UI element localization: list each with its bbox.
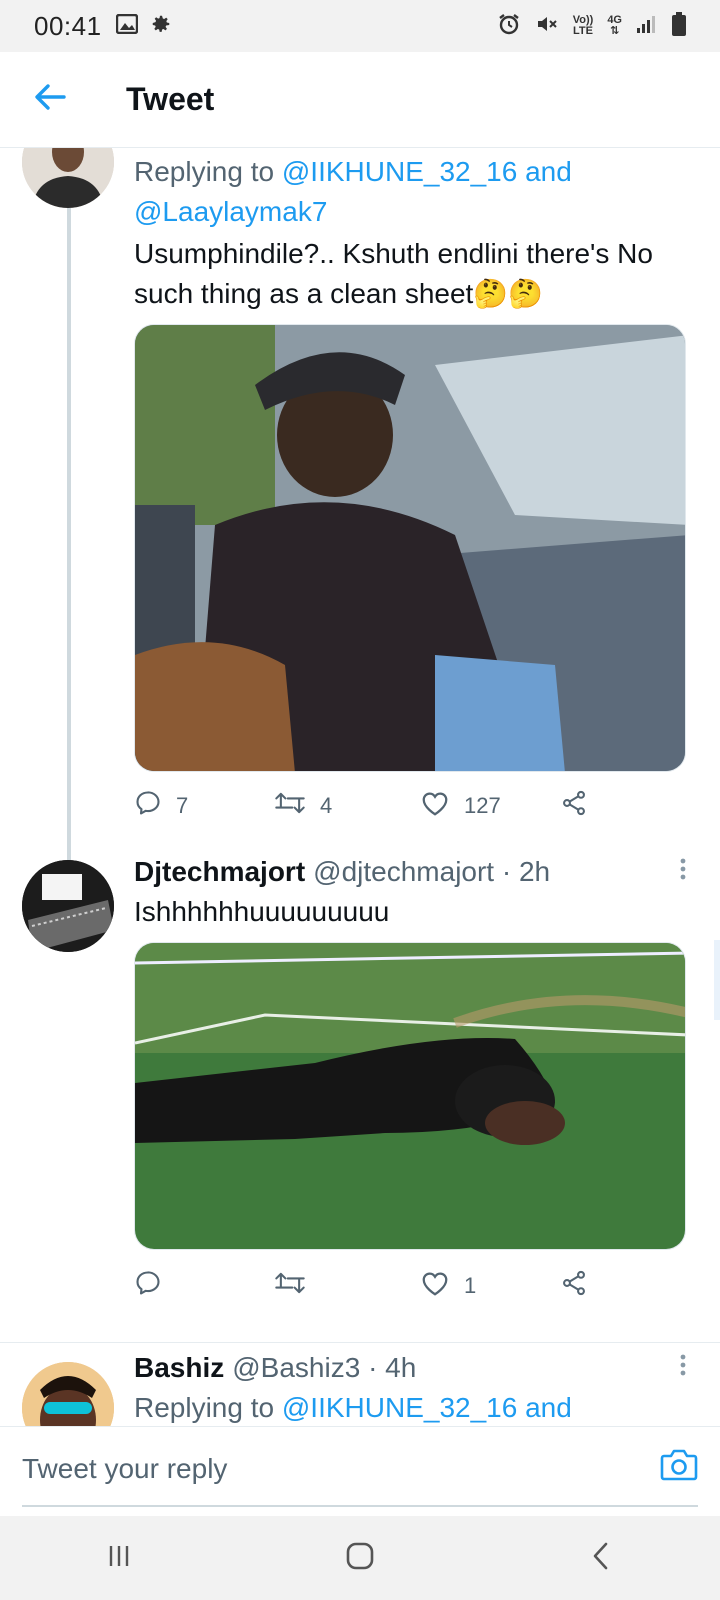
- avatar[interactable]: [22, 148, 114, 208]
- mention-link[interactable]: @IIKHUNE_32_16: [282, 156, 517, 187]
- comment-icon: [134, 789, 162, 823]
- more-options-icon[interactable]: [680, 1348, 686, 1388]
- display-name[interactable]: Djtechmajort: [134, 852, 305, 892]
- back-button[interactable]: [2, 83, 98, 116]
- back-nav-icon[interactable]: [587, 1540, 615, 1577]
- tweet-header: Djtechmajort @djtechmajort · 2h: [134, 852, 686, 892]
- avatar[interactable]: [22, 860, 114, 952]
- avatar[interactable]: [22, 1362, 114, 1426]
- tweet-actions: 1: [134, 1256, 686, 1316]
- like-button[interactable]: 127: [420, 789, 560, 823]
- system-nav-bar: [0, 1516, 720, 1600]
- mention-link[interactable]: @IIKHUNE_32_16: [282, 1392, 517, 1423]
- tweet-header: Bashiz @Bashiz3 · 4h: [134, 1348, 686, 1388]
- tweet[interactable]: Bashiz @Bashiz3 · 4h Replying to @IIKHUN…: [134, 1348, 686, 1426]
- settings-icon: [150, 13, 172, 40]
- retweet-button[interactable]: 4: [274, 789, 420, 823]
- reply-button[interactable]: 7: [134, 789, 274, 823]
- share-icon: [560, 1269, 588, 1303]
- battery-icon: [672, 11, 686, 41]
- tweet-text: Usumphindile?.. Kshuth endlini there's N…: [134, 238, 653, 309]
- tweet-feed[interactable]: Replying to @IIKHUNE_32_16 and @Laaylaym…: [0, 148, 720, 1426]
- reply-input[interactable]: Tweet your reply: [22, 1453, 227, 1485]
- reply-button[interactable]: [134, 1269, 274, 1303]
- heart-icon: [420, 1269, 450, 1303]
- reply-bar: Tweet your reply: [0, 1426, 720, 1516]
- mention-link[interactable]: @Laaylaymak7: [134, 196, 327, 227]
- replying-to: Replying to @IIKHUNE_32_16 and: [134, 1392, 572, 1423]
- like-button[interactable]: 1: [420, 1269, 560, 1303]
- recent-apps-icon[interactable]: [105, 1542, 133, 1575]
- camera-button[interactable]: [660, 1447, 698, 1488]
- retweet-icon: [274, 789, 306, 823]
- app-header: Tweet: [0, 52, 720, 148]
- share-icon: [560, 789, 588, 823]
- more-options-icon[interactable]: [680, 852, 686, 892]
- divider: [0, 1342, 720, 1343]
- scrollbar[interactable]: [714, 940, 720, 1020]
- share-button[interactable]: [560, 1269, 588, 1303]
- retweet-icon: [274, 1269, 306, 1303]
- status-bar: 00:41 Vo)) LTE 4G ⇅: [0, 0, 720, 52]
- tweet-image[interactable]: [134, 942, 686, 1250]
- page-title: Tweet: [126, 81, 215, 117]
- tweet[interactable]: Replying to @IIKHUNE_32_16 and @Laaylaym…: [134, 152, 686, 836]
- user-handle: @Bashiz3 · 4h: [232, 1352, 417, 1383]
- camera-icon: [660, 1449, 698, 1487]
- user-handle: @djtechmajort · 2h: [313, 856, 551, 887]
- signal-icon: [636, 14, 658, 39]
- home-icon[interactable]: [344, 1540, 376, 1577]
- share-button[interactable]: [560, 789, 588, 823]
- network-indicator: 4G ⇅: [607, 14, 622, 37]
- arrow-left-icon: [34, 83, 66, 116]
- tweet[interactable]: Djtechmajort @djtechmajort · 2h Ishhhhhh…: [134, 852, 686, 1316]
- comment-icon: [134, 1269, 162, 1303]
- heart-icon: [420, 789, 450, 823]
- tweet-image[interactable]: [134, 324, 686, 772]
- thread-connector: [67, 204, 71, 894]
- tweet-actions: 7 4 127: [134, 776, 686, 836]
- reply-underline: [22, 1505, 698, 1507]
- gallery-icon: [115, 13, 138, 39]
- display-name[interactable]: Bashiz: [134, 1348, 224, 1388]
- mute-icon: [535, 12, 559, 41]
- alarm-icon: [497, 12, 521, 41]
- replying-to: Replying to @IIKHUNE_32_16 and @Laaylaym…: [134, 156, 572, 227]
- status-time: 00:41: [34, 10, 102, 41]
- tweet-text: Ishhhhhhuuuuuuuuu: [134, 896, 390, 927]
- volte-indicator: Vo)) LTE: [572, 14, 594, 37]
- retweet-button[interactable]: [274, 1269, 420, 1303]
